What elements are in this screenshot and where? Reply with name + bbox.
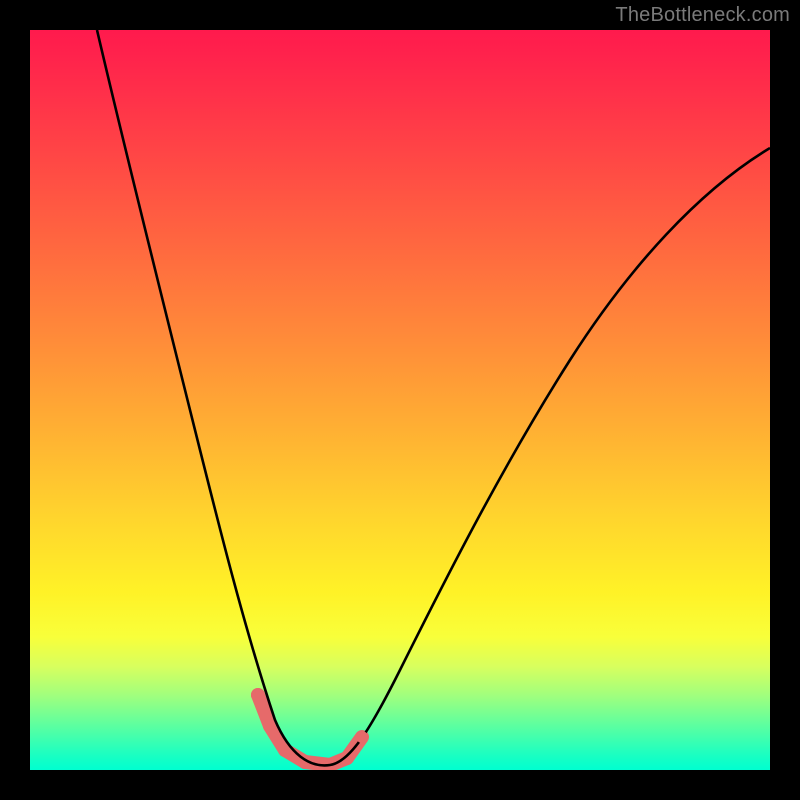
chart-frame: TheBottleneck.com: [0, 0, 800, 800]
bottleneck-curve-path: [97, 30, 770, 765]
highlight-dots: [251, 688, 368, 743]
curve-layer: [30, 30, 770, 770]
watermark-text: TheBottleneck.com: [615, 4, 790, 27]
plot-area: [30, 30, 770, 770]
highlight-band: [258, 695, 362, 765]
